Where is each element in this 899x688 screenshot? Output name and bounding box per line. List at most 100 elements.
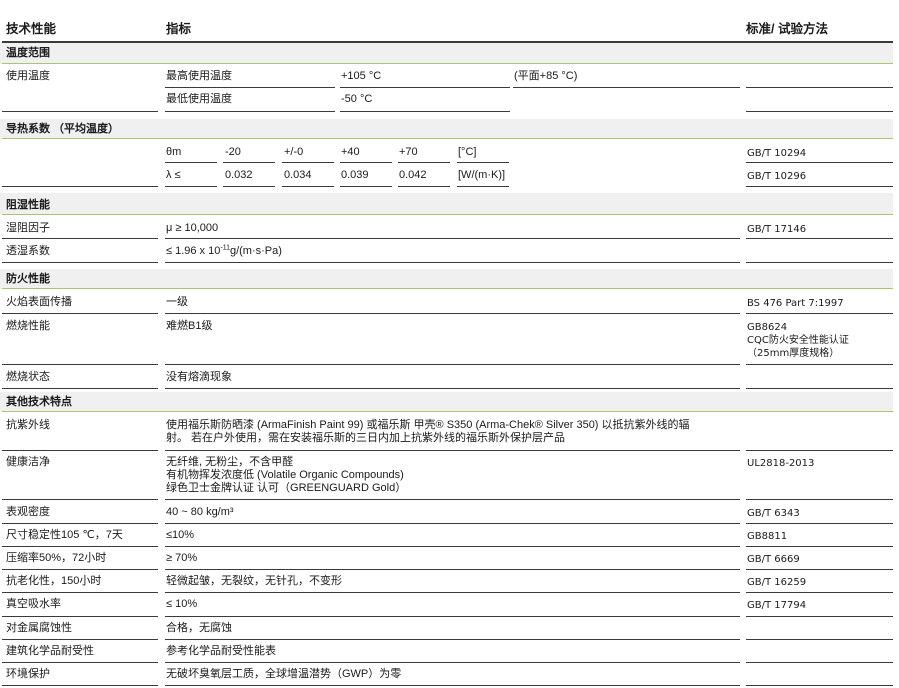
rule [2, 616, 158, 617]
rule [223, 162, 275, 163]
rule [165, 111, 335, 112]
thermal-r1-c4: +70 [399, 146, 418, 158]
row-std: GB/T 17794 [747, 600, 807, 611]
max-temp-label: 最高使用温度 [166, 70, 232, 82]
section-title-temp: 温度范围 [6, 47, 50, 59]
rule [2, 592, 158, 593]
value-exponent: -11 [220, 244, 230, 252]
fire-r2-label: 燃烧性能 [6, 320, 50, 332]
rule [398, 186, 450, 187]
section-band-other [0, 392, 893, 412]
rule [2, 450, 158, 451]
fire-r3-label: 燃烧状态 [6, 371, 50, 383]
rule [2, 288, 893, 289]
health-line-3: 绿色卫士金牌认证 认可（GREENGUARD Gold） [166, 482, 407, 494]
uv-line-2: 射。 若在户外使用，需在安装福乐斯的三日内加上抗紫外线的福乐斯外保护层产品 [166, 432, 566, 444]
rule [165, 162, 217, 163]
rule [2, 499, 158, 500]
thermal-r1-c1: -20 [225, 146, 241, 158]
row-std: GB/T 6669 [747, 554, 800, 565]
row-std: GB/T 6343 [747, 508, 800, 519]
rule [165, 662, 740, 663]
health-std: UL2818-2013 [747, 458, 815, 469]
rule [2, 546, 158, 547]
rule [165, 238, 740, 239]
min-temp-label: 最低使用温度 [166, 93, 232, 105]
row-label: 真空吸水率 [6, 598, 61, 610]
rule [746, 162, 893, 163]
row-label: 尺寸稳定性105 ℃，7天 [6, 529, 123, 541]
rule [2, 63, 893, 64]
thermal-r2-c4: 0.042 [399, 169, 427, 181]
rule [513, 87, 740, 88]
thermal-r2-c2: 0.034 [284, 169, 312, 181]
fire-r2-std-3: （25mm厚度规格） [747, 348, 840, 359]
row-std: GB/T 16259 [747, 577, 807, 588]
rule [165, 313, 740, 314]
row-label-use-temp: 使用温度 [6, 70, 50, 82]
fire-r1-value: 一级 [166, 296, 188, 308]
row-value: 无破坏臭氧层工质，全球增温潜势（GWP）为零 [166, 668, 402, 680]
section-title-fire: 防火性能 [6, 273, 50, 285]
rule [746, 364, 893, 365]
fire-r2-value: 难燃B1级 [166, 320, 213, 332]
thermal-r1-unit: [°C] [458, 146, 477, 158]
uv-line-1: 使用福乐斯防晒漆 (ArmaFinish Paint 99) 或福乐斯 甲壳® … [166, 419, 690, 431]
row-label: 抗老化性，150小时 [6, 575, 102, 587]
fire-r2-std-2: CQC防火安全性能认证 [747, 335, 849, 346]
section-title-thermal: 导热系数 （平均温度） [6, 123, 120, 135]
row-value: ≥ 70% [166, 552, 198, 564]
rule [165, 388, 740, 389]
rule [746, 639, 893, 640]
rule [746, 592, 893, 593]
rule [2, 523, 158, 524]
rule [2, 685, 158, 686]
rule [165, 364, 740, 365]
rule [746, 685, 893, 686]
rule [2, 364, 158, 365]
fire-r1-label: 火焰表面传播 [6, 296, 72, 308]
row-label: 表观密度 [6, 506, 50, 518]
header-rule [2, 41, 893, 43]
rule [746, 111, 893, 112]
max-temp-value: +105 °C [341, 70, 382, 82]
row-label: 建筑化学品耐受性 [6, 645, 94, 657]
row-value: ≤10% [166, 529, 195, 541]
rule [165, 639, 740, 640]
value-main: ≤ 1.96 x 10 [166, 245, 221, 257]
thermal-r1-std: GB/T 10294 [747, 148, 807, 159]
header-index: 指标 [166, 22, 192, 36]
rule [2, 662, 158, 663]
rule [340, 186, 392, 187]
row-value: ≤ 10% [166, 598, 198, 610]
rule [2, 186, 158, 187]
min-temp-value: -50 °C [341, 93, 373, 105]
thermal-r2-c0: λ ≤ [166, 169, 181, 181]
health-line-1: 无纤维, 无粉尘，不含甲醛 [166, 456, 294, 468]
rule [2, 313, 158, 314]
fire-r2-std-1: GB8624 [747, 322, 788, 333]
value-unit: g/(m·s·Pa) [229, 245, 282, 257]
rule [340, 87, 510, 88]
thermal-r2-c1: 0.032 [225, 169, 253, 181]
rule [223, 186, 275, 187]
fire-r3-value: 没有熔滴现象 [166, 371, 232, 383]
rule [457, 186, 509, 187]
rule [340, 162, 392, 163]
rule [746, 238, 893, 239]
health-label: 健康洁净 [6, 456, 50, 468]
rule [165, 569, 740, 570]
rule [2, 639, 158, 640]
moisture-r1-std: GB/T 17146 [747, 224, 807, 235]
rule [746, 388, 893, 389]
rule [2, 138, 893, 139]
rule [340, 111, 510, 112]
row-value: 轻微起皱，无裂纹，无针孔，不变形 [166, 575, 342, 587]
section-band-moisture [0, 193, 893, 215]
rule [165, 685, 740, 686]
rule [165, 450, 740, 451]
thermal-r2-std: GB/T 10296 [747, 171, 807, 182]
health-line-2: 有机物挥发浓度低 (Volatile Organic Compounds) [166, 469, 404, 481]
row-value: 合格，无腐蚀 [166, 622, 232, 634]
rule [2, 388, 158, 389]
